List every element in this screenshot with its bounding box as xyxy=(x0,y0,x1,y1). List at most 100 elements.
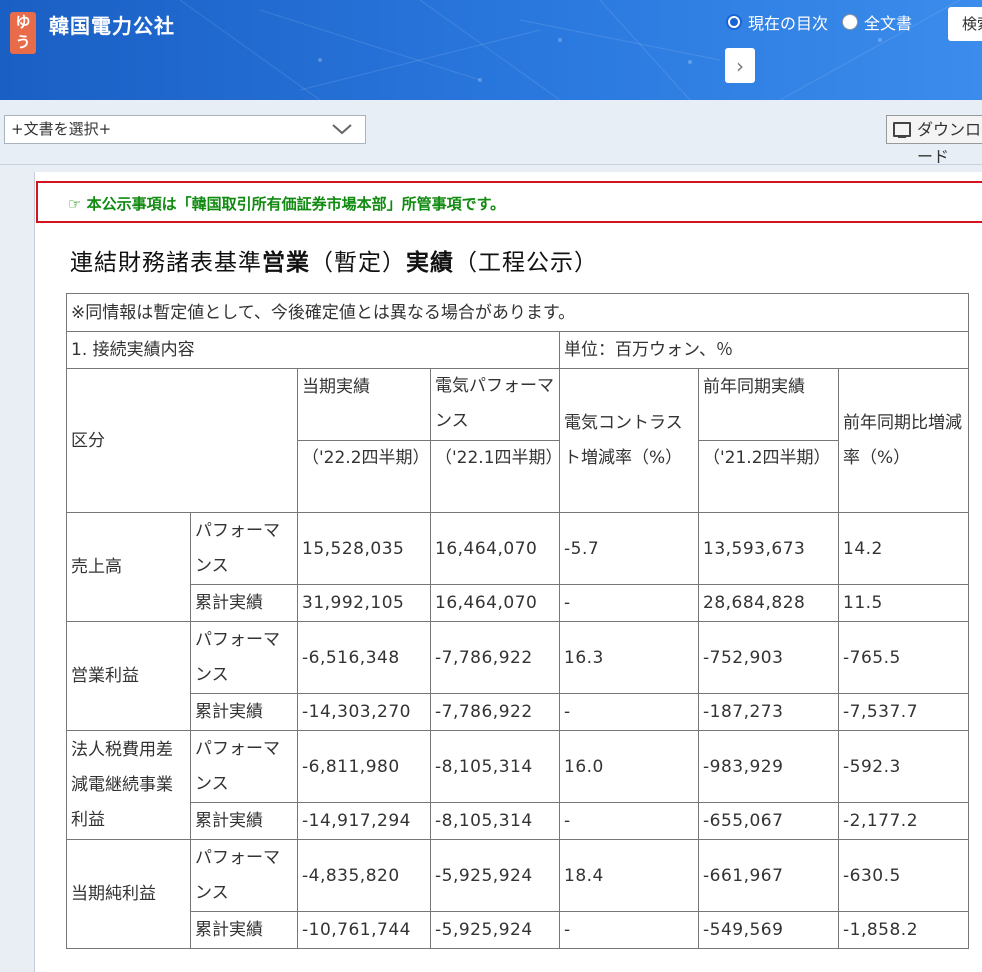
cell: -592.3 xyxy=(838,730,969,803)
search-button[interactable]: 検索 xyxy=(948,7,982,41)
radio-current-label: 現在の目次 xyxy=(748,14,829,33)
cell: - xyxy=(559,584,699,622)
radio-current-toc[interactable]: 現在の目次 xyxy=(726,10,828,34)
sub-perf: パフォーマンス xyxy=(190,730,298,803)
notice-box: ☞ 本公示事項は「韓国取引所有価証券市場本部」所管事項です。 xyxy=(36,181,982,223)
header-category: 区分 xyxy=(66,368,298,513)
cell: 11.5 xyxy=(838,584,969,622)
results-table: ※同情報は暫定値として、今後確定値とは異なる場合があります。 1. 接続実績内容… xyxy=(66,293,969,949)
table-row: 売上高 パフォーマンス 15,528,035 16,464,070 -5.7 1… xyxy=(66,512,969,622)
table-row: 当期純利益 パフォーマンス -4,835,820 -5,925,924 18.4… xyxy=(66,839,969,949)
toolbar: +文書を選択+ ダウンロード xyxy=(0,100,982,166)
header-qoq-rate: 電気コントラスト増減率（%） xyxy=(559,368,699,513)
cell: -2,177.2 xyxy=(838,802,969,840)
cell: -655,067 xyxy=(698,802,839,840)
page-title: 連結財務諸表基準営業（暫定）実績（工程公示） xyxy=(70,243,598,277)
chevron-right-icon: › xyxy=(736,53,744,78)
table-row: 法人税費用差減電継続事業利益 パフォーマンス -6,811,980 -8,105… xyxy=(66,730,969,840)
cell: -1,858.2 xyxy=(838,911,969,949)
row-label: 法人税費用差減電継続事業利益 xyxy=(66,730,191,840)
download-label: ダウンロード xyxy=(917,120,982,166)
cell: -6,516,348 xyxy=(297,621,431,694)
cell: 31,992,105 xyxy=(297,584,431,622)
cell: -6,811,980 xyxy=(297,730,431,803)
cell: 28,684,828 xyxy=(698,584,839,622)
cell: -14,303,270 xyxy=(297,693,431,731)
company-name: 韓国電力公社 xyxy=(49,14,175,38)
cell: -549,569 xyxy=(698,911,839,949)
radio-selected-icon xyxy=(726,14,742,30)
header-yoy-rate: 前年同期比増減率（%） xyxy=(838,368,969,513)
cell: 18.4 xyxy=(559,839,699,912)
cell: 13,593,673 xyxy=(698,512,839,585)
unit-label: 単位：百万ウォン、％ xyxy=(559,331,969,369)
sub-perf: パフォーマンス xyxy=(190,839,298,912)
document-select-value: +文書を選択+ xyxy=(11,120,112,138)
table-row: 累計実績 -10,761,744 -5,925,924 - -549,569 -… xyxy=(67,911,969,949)
cell: -14,917,294 xyxy=(297,802,431,840)
radio-full-label: 全文書 xyxy=(864,14,913,33)
table-row: 累計実績 -14,303,270 -7,786,922 - -187,273 -… xyxy=(67,693,969,731)
table-note: ※同情報は暫定値として、今後確定値とは異なる場合があります。 xyxy=(66,293,969,332)
search-scope: 現在の目次 全文書 xyxy=(726,10,912,34)
cell: 16.3 xyxy=(559,621,699,694)
app-header: ゆう 韓国電力公社 現在の目次 全文書 検索 › xyxy=(0,0,982,100)
cell: -8,105,314 xyxy=(430,730,560,803)
cell: -5,925,924 xyxy=(430,911,560,949)
cell: -661,967 xyxy=(698,839,839,912)
sub-cum: 累計実績 xyxy=(190,911,298,949)
title-part-bold: 営業 xyxy=(262,250,310,276)
radio-full-document[interactable]: 全文書 xyxy=(842,10,912,34)
cell: -630.5 xyxy=(838,839,969,912)
cell: 14.2 xyxy=(838,512,969,585)
app-logo: ゆう xyxy=(10,12,36,54)
header-yoy-period: （'21.2四半期） xyxy=(698,440,839,513)
cell: - xyxy=(559,693,699,731)
table-row: 累計実績 31,992,105 16,464,070 - 28,684,828 … xyxy=(67,584,969,622)
title-part-bold: 実績 xyxy=(406,250,454,276)
cell: 15,528,035 xyxy=(297,512,431,585)
cell: -5.7 xyxy=(559,512,699,585)
cell: -765.5 xyxy=(838,621,969,694)
table-row: 営業利益 パフォーマンス -6,516,348 -7,786,922 16.3 … xyxy=(66,621,969,731)
cell: -7,786,922 xyxy=(430,693,560,731)
cell: -983,929 xyxy=(698,730,839,803)
row-label: 当期純利益 xyxy=(66,839,191,949)
title-part: 連結財務諸表基準 xyxy=(70,250,262,276)
cell: -7,537.7 xyxy=(838,693,969,731)
row-label: 売上高 xyxy=(66,512,191,622)
sub-perf: パフォーマンス xyxy=(190,512,298,585)
cell: -7,786,922 xyxy=(430,621,560,694)
chevron-down-icon xyxy=(332,124,352,135)
sub-cum: 累計実績 xyxy=(190,584,298,622)
cell: - xyxy=(559,802,699,840)
cell: -8,105,314 xyxy=(430,802,560,840)
download-button[interactable]: ダウンロード xyxy=(886,115,982,166)
table-row: 累計実績 -14,917,294 -8,105,314 - -655,067 -… xyxy=(67,802,969,840)
cell: -752,903 xyxy=(698,621,839,694)
radio-unselected-icon xyxy=(842,14,859,30)
cell: 16,464,070 xyxy=(430,584,560,622)
cell: -10,761,744 xyxy=(297,911,431,949)
header-current: 当期実績 xyxy=(297,368,431,441)
cell: -5,925,924 xyxy=(430,839,560,912)
next-button[interactable]: › xyxy=(725,48,755,83)
cell: 16.0 xyxy=(559,730,699,803)
sub-cum: 累計実績 xyxy=(190,802,298,840)
cell: -4,835,820 xyxy=(297,839,431,912)
cell: - xyxy=(559,911,699,949)
title-part: （暫定） xyxy=(310,250,406,276)
sub-cum: 累計実績 xyxy=(190,693,298,731)
header-prev-quarter: 電気パフォーマンス xyxy=(430,368,560,441)
monitor-icon xyxy=(893,122,911,138)
header-yoy-actual: 前年同期実績 xyxy=(698,368,839,441)
section-title: 1. 接続実績内容 xyxy=(66,331,560,369)
cell: -187,273 xyxy=(698,693,839,731)
row-label: 営業利益 xyxy=(66,621,191,731)
document-select[interactable]: +文書を選択+ xyxy=(4,115,366,144)
header-current-period: （'22.2四半期） xyxy=(297,440,431,513)
notice-text: ☞ 本公示事項は「韓国取引所有価証券市場本部」所管事項です。 xyxy=(68,195,506,213)
title-part: （工程公示） xyxy=(454,250,598,276)
cell: 16,464,070 xyxy=(430,512,560,585)
header-prev-quarter-period: （'22.1四半期） xyxy=(430,440,563,513)
